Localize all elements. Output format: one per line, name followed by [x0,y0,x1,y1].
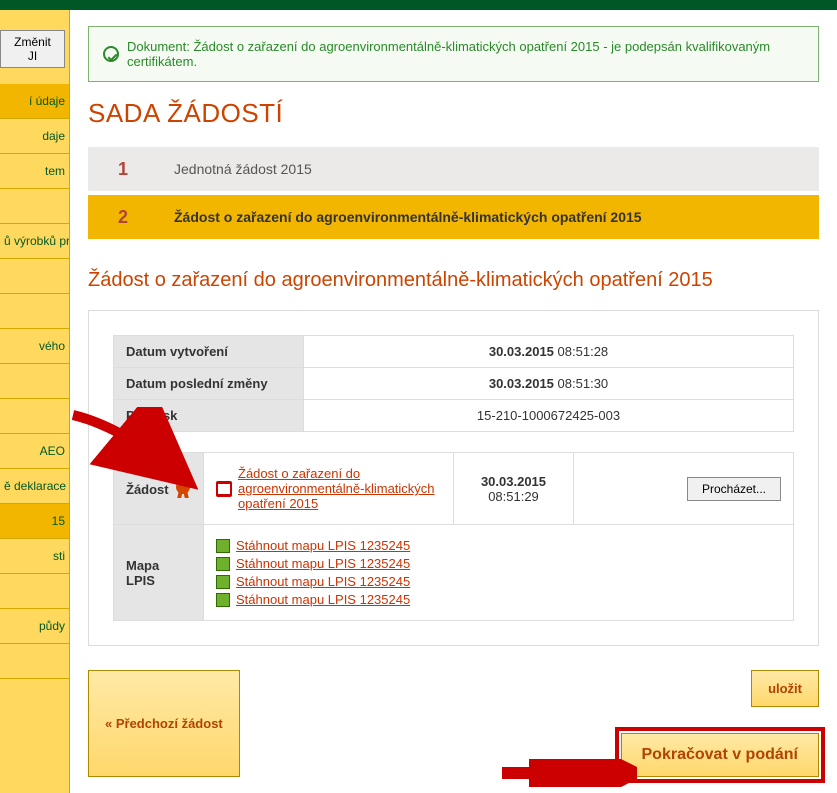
map-icon [216,593,230,607]
step-label: Žádost o zařazení do agroenvironmentálně… [158,195,819,239]
browse-cell: Procházet... [574,453,794,525]
step-1[interactable]: 1 Jednotná žádost 2015 [88,147,819,191]
meta-value: 30.03.2015 08:51:28 [304,336,794,368]
map-icon [216,575,230,589]
sidebar-item[interactable]: 15 [0,504,69,539]
meta-key: Datum poslední změny [114,368,304,400]
sidebar: Změnit JI í údajedajetem ů výrobků pro v… [0,10,70,793]
pdf-icon [216,481,232,497]
maps-cell: Stáhnout mapu LPIS 1235245 Stáhnout mapu … [204,525,794,621]
alert-text: Dokument: Žádost o zařazení do agroenvir… [127,39,804,69]
footer-actions: « Předchozí žádost uložit Pokračovat v p… [88,670,819,777]
doc-timestamp: 30.03.2015 08:51:29 [454,453,574,525]
sidebar-item[interactable]: ě deklarace osti AEO pro [0,469,69,504]
map-download-link[interactable]: Stáhnout mapu LPIS 1235245 [236,538,410,553]
sidebar-item[interactable] [0,294,69,329]
detail-panel: Datum vytvoření 30.03.2015 08:51:28 Datu… [88,310,819,646]
save-button[interactable]: uložit [751,670,819,707]
map-download-link[interactable]: Stáhnout mapu LPIS 1235245 [236,592,410,607]
table-row: Mapa LPIS Stáhnout mapu LPIS 1235245Stáh… [114,525,794,621]
meta-key: Předtisk [114,400,304,432]
documents-table: Žádost Žádost o zařazení do agroenvironm… [113,452,794,621]
sidebar-item[interactable]: AEO [0,434,69,469]
meta-table: Datum vytvoření 30.03.2015 08:51:28 Datu… [113,335,794,432]
previous-button[interactable]: « Předchozí žádost [88,670,240,777]
certificate-icon [176,480,190,494]
check-circle-icon [103,46,119,62]
page-title: SADA ŽÁDOSTÍ [88,98,819,129]
row-label: Žádost [114,453,204,525]
sidebar-item[interactable] [0,399,69,434]
step-number: 1 [88,147,158,191]
sidebar-item[interactable]: sti [0,539,69,574]
sidebar-item[interactable]: tem [0,154,69,189]
step-number: 2 [88,195,158,239]
sidebar-item[interactable] [0,259,69,294]
meta-value: 15-210-1000672425-003 [304,400,794,432]
map-icon [216,539,230,553]
sidebar-item[interactable] [0,574,69,609]
top-bar [0,0,837,10]
table-row: Datum vytvoření 30.03.2015 08:51:28 [114,336,794,368]
change-ji-button[interactable]: Změnit JI [0,30,65,68]
meta-value: 30.03.2015 08:51:30 [304,368,794,400]
sidebar-item[interactable]: í údaje [0,84,69,119]
table-row: Předtisk 15-210-1000672425-003 [114,400,794,432]
main-content: Dokument: Žádost o zařazení do agroenvir… [70,10,837,793]
sidebar-item[interactable]: ů výrobků pro [0,224,69,259]
map-download-link[interactable]: Stáhnout mapu LPIS 1235245 [236,574,410,589]
sidebar-item[interactable] [0,189,69,224]
table-row: Datum poslední změny 30.03.2015 08:51:30 [114,368,794,400]
sidebar-item[interactable]: vého [0,329,69,364]
steps: 1 Jednotná žádost 2015 2 Žádost o zařaze… [88,147,819,243]
map-download-link[interactable]: Stáhnout mapu LPIS 1235245 [236,556,410,571]
map-icon [216,557,230,571]
continue-button[interactable]: Pokračovat v podání [621,733,820,777]
success-alert: Dokument: Žádost o zařazení do agroenvir… [88,26,819,82]
row-label: Mapa LPIS [114,525,204,621]
section-title: Žádost o zařazení do agroenvironmentálně… [88,269,819,292]
doc-cell: Žádost o zařazení do agroenvironmentálně… [204,453,454,525]
browse-button[interactable]: Procházet... [687,477,781,501]
sidebar-item[interactable] [0,644,69,679]
table-row: Žádost Žádost o zařazení do agroenvironm… [114,453,794,525]
meta-key: Datum vytvoření [114,336,304,368]
sidebar-item[interactable]: daje [0,119,69,154]
step-label: Jednotná žádost 2015 [158,147,819,191]
document-link[interactable]: Žádost o zařazení do agroenvironmentálně… [238,466,441,511]
step-2[interactable]: 2 Žádost o zařazení do agroenvironmentál… [88,195,819,239]
sidebar-item[interactable] [0,364,69,399]
sidebar-item[interactable]: půdy [0,609,69,644]
